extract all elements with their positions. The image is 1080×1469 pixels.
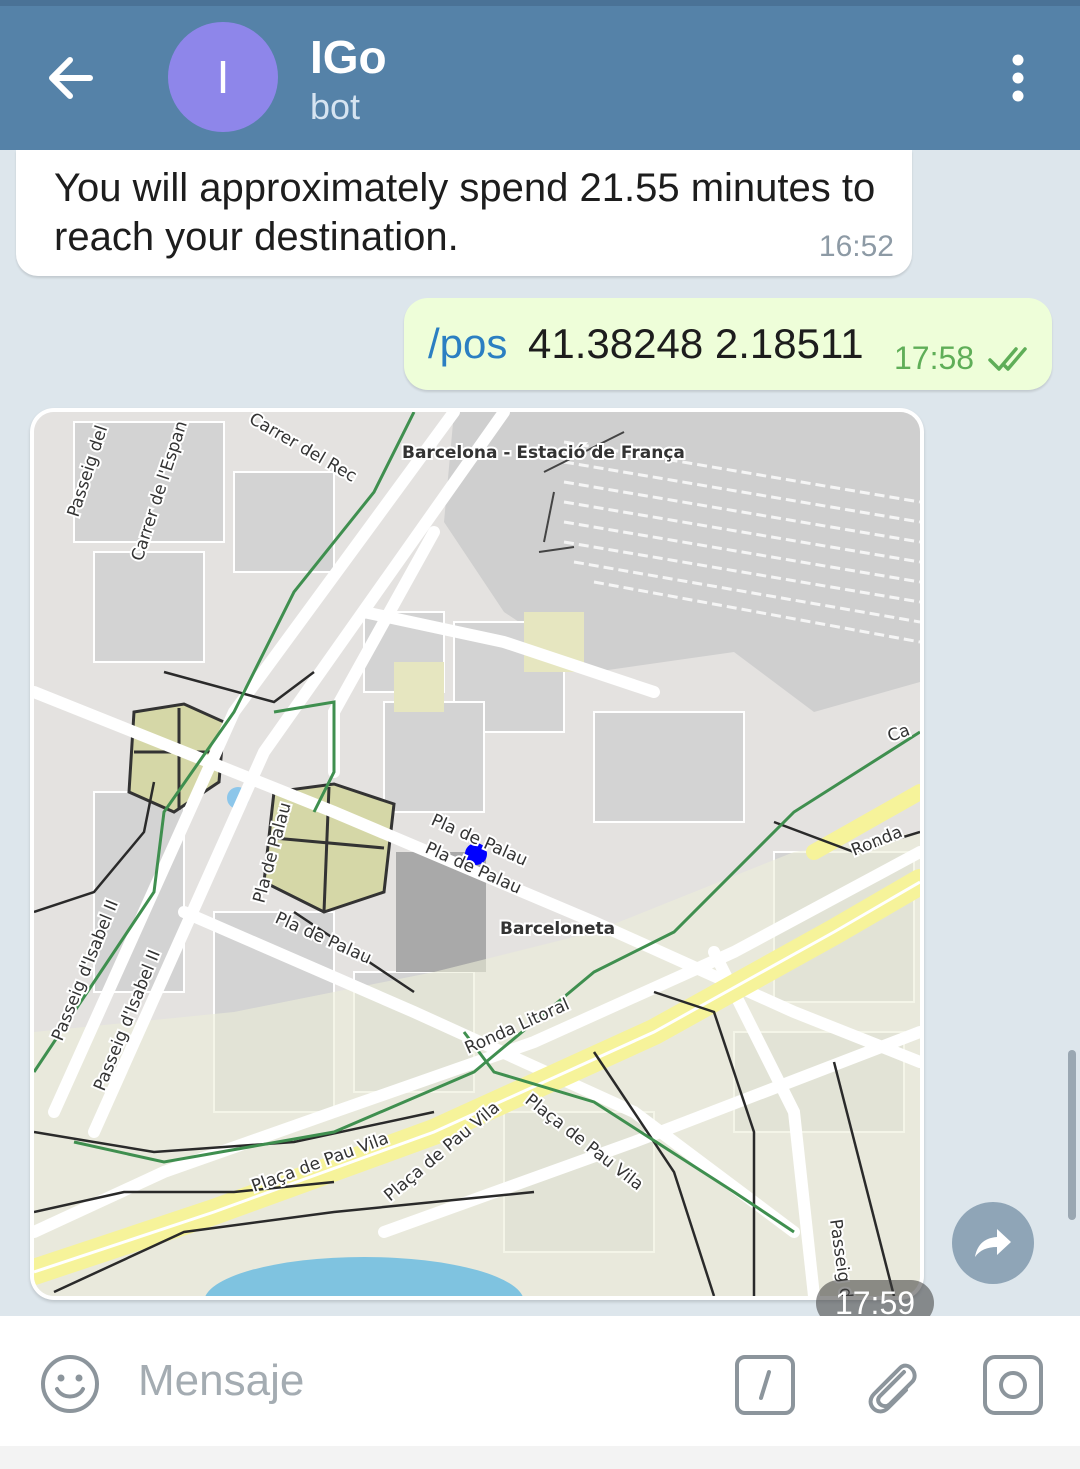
- emoji-icon[interactable]: [40, 1354, 100, 1414]
- map-label-barceloneta: Barceloneta: [500, 919, 615, 939]
- location-map-message[interactable]: Barcelona - Estació de França Barcelonet…: [30, 408, 934, 1316]
- message-text: You will approximately spend 21.55 minut…: [54, 166, 876, 259]
- bot-command-link[interactable]: /pos: [428, 320, 507, 368]
- bot-avatar[interactable]: I: [168, 22, 278, 132]
- message-time: 17:59: [816, 1280, 934, 1316]
- message-time: 16:52: [818, 230, 894, 263]
- map-image[interactable]: Barcelona - Estació de França Barcelonet…: [34, 412, 920, 1296]
- paperclip-icon[interactable]: [860, 1352, 922, 1418]
- avatar-letter: I: [216, 51, 230, 103]
- message-time: 17:58: [894, 340, 975, 376]
- camera-icon[interactable]: [982, 1354, 1044, 1416]
- scrollbar[interactable]: [1068, 1050, 1076, 1220]
- map-label-station: Barcelona - Estació de França: [402, 443, 685, 463]
- chat-subtitle: bot: [310, 86, 361, 127]
- system-nav-bar: [0, 1446, 1080, 1469]
- chat-title[interactable]: IGo: [310, 30, 387, 84]
- chat-header: I IGo bot: [0, 0, 1080, 150]
- status-strip: [0, 0, 1080, 6]
- slash-command-icon[interactable]: [734, 1354, 796, 1416]
- message-input[interactable]: Mensaje: [138, 1356, 304, 1406]
- outgoing-message[interactable]: /pos 41.38248 2.18511 17:58: [404, 298, 1052, 390]
- message-composer: Mensaje: [0, 1316, 1080, 1446]
- double-check-icon: [988, 347, 1027, 371]
- share-icon[interactable]: [952, 1202, 1034, 1284]
- back-arrow-icon[interactable]: [40, 50, 100, 106]
- incoming-message[interactable]: You will approximately spend 21.55 minut…: [16, 150, 912, 276]
- more-vertical-icon[interactable]: [1000, 52, 1036, 104]
- chat-area[interactable]: You will approximately spend 21.55 minut…: [0, 150, 1080, 1316]
- command-args: 41.38248 2.18511: [528, 320, 864, 367]
